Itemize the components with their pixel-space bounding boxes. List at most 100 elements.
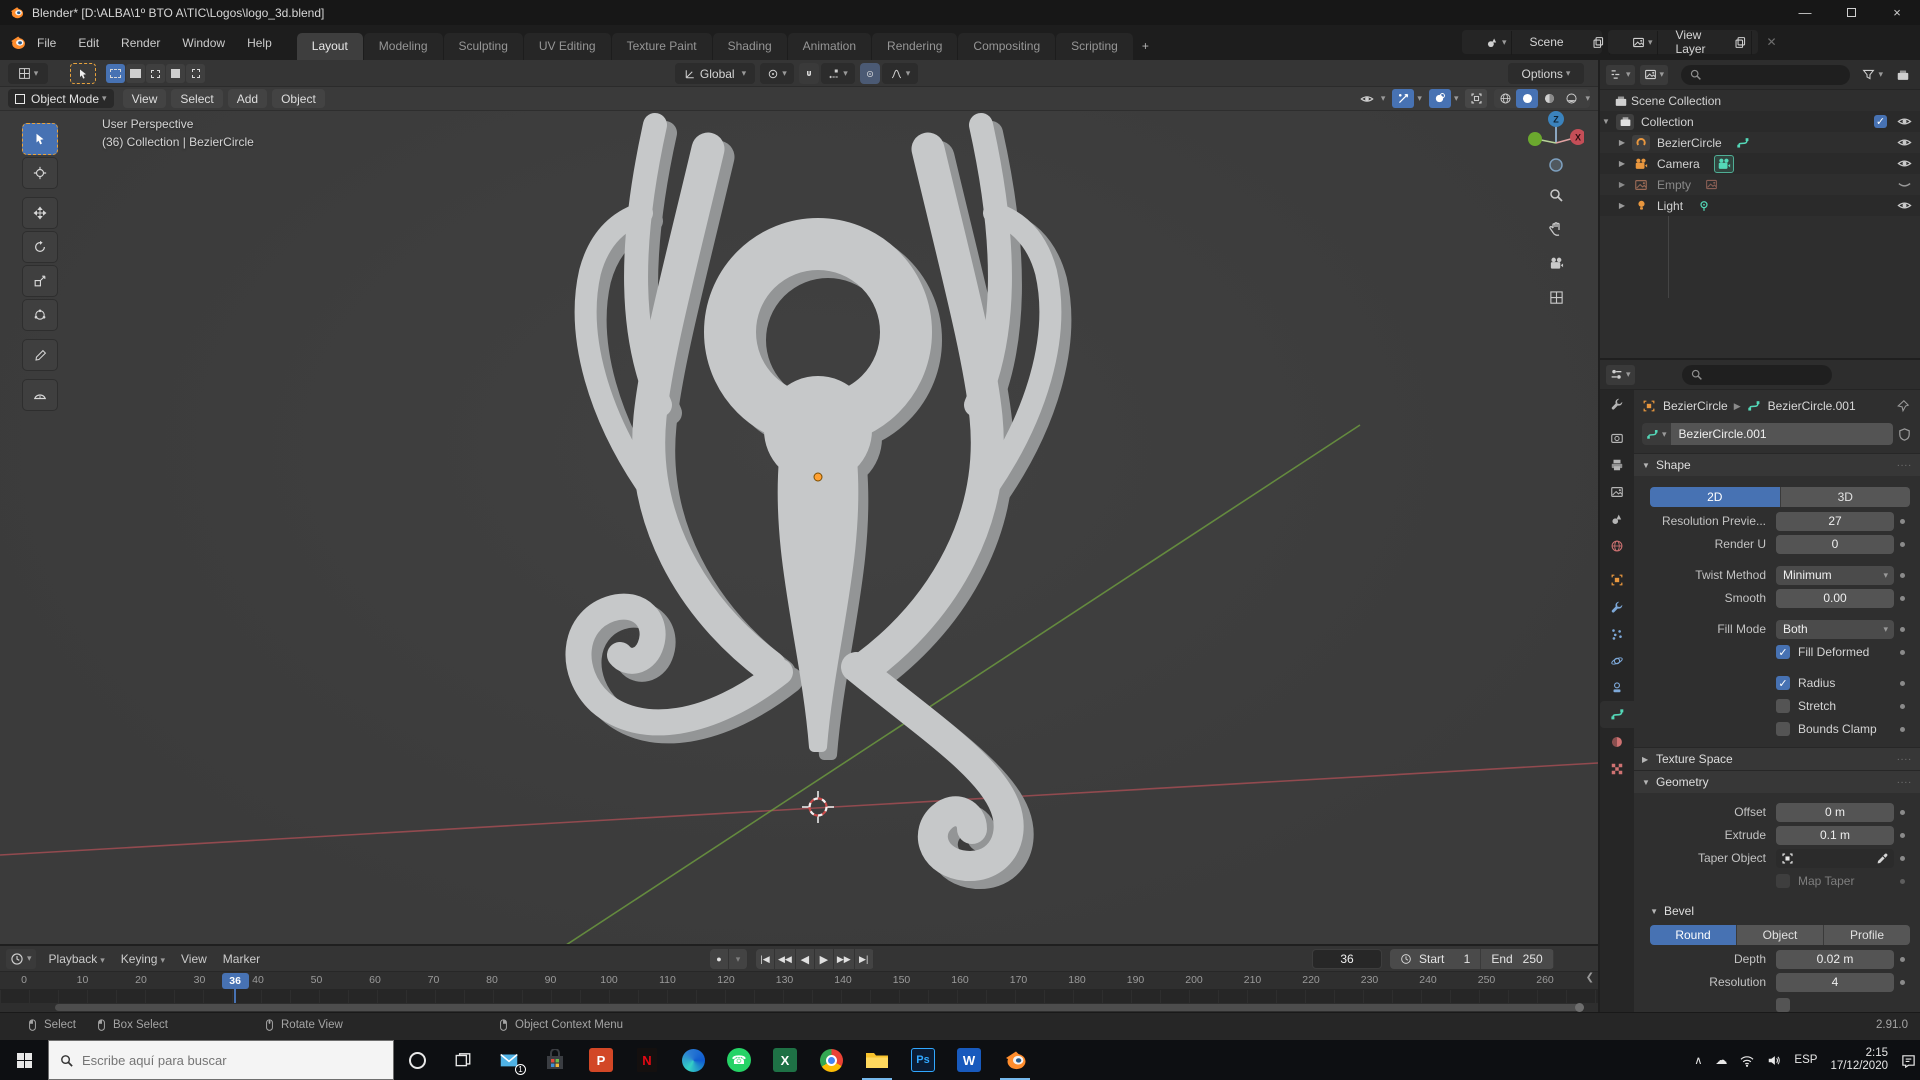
axis-y-ball[interactable] [1528, 132, 1542, 146]
hidden-icons-chevron[interactable]: ∧ [1694, 1054, 1702, 1067]
animate-dot[interactable] [1894, 957, 1910, 962]
fake-user-shield-icon[interactable] [1897, 426, 1912, 441]
radius-checkbox[interactable]: ✓ [1776, 676, 1790, 690]
tab-object-data-icon[interactable] [1600, 701, 1634, 728]
tab-rendering[interactable]: Rendering [872, 33, 957, 60]
viewport-menu-select[interactable]: Select [171, 89, 222, 108]
edge-icon[interactable] [670, 1040, 716, 1080]
viewport-menu-object[interactable]: Object [272, 89, 325, 108]
keying-set-chevron[interactable]: ▾ [729, 949, 748, 969]
bevel-object-button[interactable]: Object [1737, 925, 1824, 945]
animate-dot[interactable] [1894, 856, 1910, 861]
eye-closed-icon[interactable] [1897, 177, 1912, 192]
new-view-layer-icon[interactable] [1730, 31, 1752, 55]
previous-keyframe-button[interactable]: ◀◀ [775, 949, 796, 969]
taper-object-field[interactable] [1776, 849, 1894, 868]
mode-3d-button[interactable]: 3D [1781, 487, 1911, 507]
maximize-button[interactable] [1828, 0, 1874, 25]
cortana-icon[interactable] [394, 1040, 440, 1080]
viewport-camera-icon[interactable] [1541, 248, 1571, 278]
tool-move[interactable] [22, 197, 58, 229]
mode-2d-button[interactable]: 2D [1650, 487, 1781, 507]
tool-annotate[interactable] [22, 339, 58, 371]
active-tool-icon[interactable] [70, 63, 96, 84]
curve-data-icon[interactable] [1736, 136, 1750, 150]
outliner-row-scene-collection[interactable]: Scene Collection [1600, 90, 1920, 111]
tab-modifiers-icon[interactable] [1600, 593, 1634, 620]
play-reverse-button[interactable]: ◀ [796, 949, 815, 969]
start-button[interactable] [0, 1040, 48, 1080]
mail-icon[interactable]: 1 [486, 1040, 532, 1080]
row-label[interactable]: Scene Collection [1631, 94, 1721, 108]
menu-render[interactable]: Render [110, 32, 171, 54]
volume-icon[interactable] [1767, 1053, 1781, 1067]
current-frame-badge[interactable]: 36 [222, 973, 249, 989]
stretch-checkbox[interactable] [1776, 699, 1790, 713]
smooth-field[interactable]: 0.00 [1776, 589, 1894, 608]
add-workspace-button[interactable]: + [1134, 33, 1157, 60]
tab-render-icon[interactable] [1600, 424, 1634, 451]
outliner-search-input[interactable] [1681, 65, 1850, 85]
blender-menu-logo-icon[interactable] [9, 34, 26, 51]
timeline-scrollbar[interactable] [0, 1003, 1598, 1012]
play-button[interactable]: ▶ [815, 949, 834, 969]
bevel-resolution-field[interactable]: 4 [1776, 973, 1894, 992]
auto-keyframe-record-button[interactable]: ● [710, 949, 729, 969]
eyedropper-icon[interactable] [1876, 851, 1889, 865]
bounds-clamp-checkbox[interactable] [1776, 722, 1790, 736]
language-indicator[interactable]: ESP [1794, 1054, 1817, 1066]
bevel-profile-button[interactable]: Profile [1824, 925, 1910, 945]
viewport-ortho-toggle-icon[interactable] [1541, 282, 1571, 312]
axis-gizmo[interactable]: Z X [1528, 109, 1584, 173]
animate-dot[interactable] [1894, 879, 1910, 884]
tab-material-icon[interactable] [1600, 728, 1634, 755]
properties-editor-type-dropdown[interactable]: ▾ [1606, 365, 1635, 385]
bevel-depth-field[interactable]: 0.02 m [1776, 950, 1894, 969]
breadcrumb-data[interactable]: BezierCircle.001 [1768, 399, 1856, 413]
chrome-icon[interactable] [808, 1040, 854, 1080]
eye-icon[interactable] [1897, 156, 1912, 171]
netflix-icon[interactable]: N [624, 1040, 670, 1080]
shading-dropdown-chevron[interactable]: ▾ [1585, 93, 1590, 104]
object-visibility-icon[interactable] [1356, 89, 1378, 108]
scene-name[interactable]: Scene [1522, 35, 1572, 49]
minimize-button[interactable]: — [1782, 0, 1828, 25]
tab-output-icon[interactable] [1600, 451, 1634, 478]
visibility-dropdown-chevron[interactable]: ▾ [1381, 93, 1386, 104]
jump-to-end-button[interactable]: ▶| [855, 949, 874, 969]
blender-taskbar-icon[interactable] [992, 1040, 1038, 1080]
animate-dot[interactable] [1894, 596, 1910, 601]
logo-object[interactable] [578, 125, 1050, 866]
whatsapp-icon[interactable]: ☎ [716, 1040, 762, 1080]
close-button[interactable]: × [1874, 0, 1920, 25]
timeline-ruler[interactable]: 36 0102030405060708090100110120130140150… [0, 972, 1598, 990]
shading-material-icon[interactable] [1538, 89, 1560, 108]
menu-file[interactable]: File [26, 32, 67, 54]
next-keyframe-button[interactable]: ▶▶ [834, 949, 855, 969]
timeline-menu-marker[interactable]: Marker [215, 952, 268, 966]
tab-sculpting[interactable]: Sculpting [444, 33, 523, 60]
data-name-input[interactable]: BezierCircle.001 [1671, 423, 1893, 445]
microsoft-store-icon[interactable] [532, 1040, 578, 1080]
animate-dot[interactable] [1894, 980, 1910, 985]
new-scene-icon[interactable] [1588, 31, 1610, 55]
cutoff-checkbox[interactable] [1776, 998, 1790, 1012]
taskbar-clock[interactable]: 2:15 17/12/2020 [1830, 1047, 1888, 1073]
animate-dot[interactable] [1894, 542, 1910, 547]
eye-icon[interactable] [1897, 198, 1912, 213]
timeline-menu-keying[interactable]: Keying▾ [113, 952, 173, 966]
tab-modeling[interactable]: Modeling [364, 33, 443, 60]
animate-dot[interactable] [1894, 727, 1910, 732]
tab-shading[interactable]: Shading [713, 33, 787, 60]
outliner-row-collection[interactable]: ▼ Collection ✓ [1600, 111, 1920, 132]
animate-dot[interactable] [1894, 681, 1910, 686]
overlays-dropdown-chevron[interactable]: ▾ [1454, 93, 1459, 104]
collection-checkbox[interactable]: ✓ [1874, 115, 1887, 128]
show-overlays-icon[interactable] [1429, 89, 1451, 108]
jump-to-start-button[interactable]: |◀ [756, 949, 775, 969]
end-frame-field[interactable]: End250 [1481, 949, 1553, 969]
eye-icon[interactable] [1897, 135, 1912, 150]
timeline-menu-view[interactable]: View [173, 952, 215, 966]
properties-search-input[interactable] [1682, 365, 1832, 385]
tab-tool-icon[interactable] [1600, 390, 1634, 417]
